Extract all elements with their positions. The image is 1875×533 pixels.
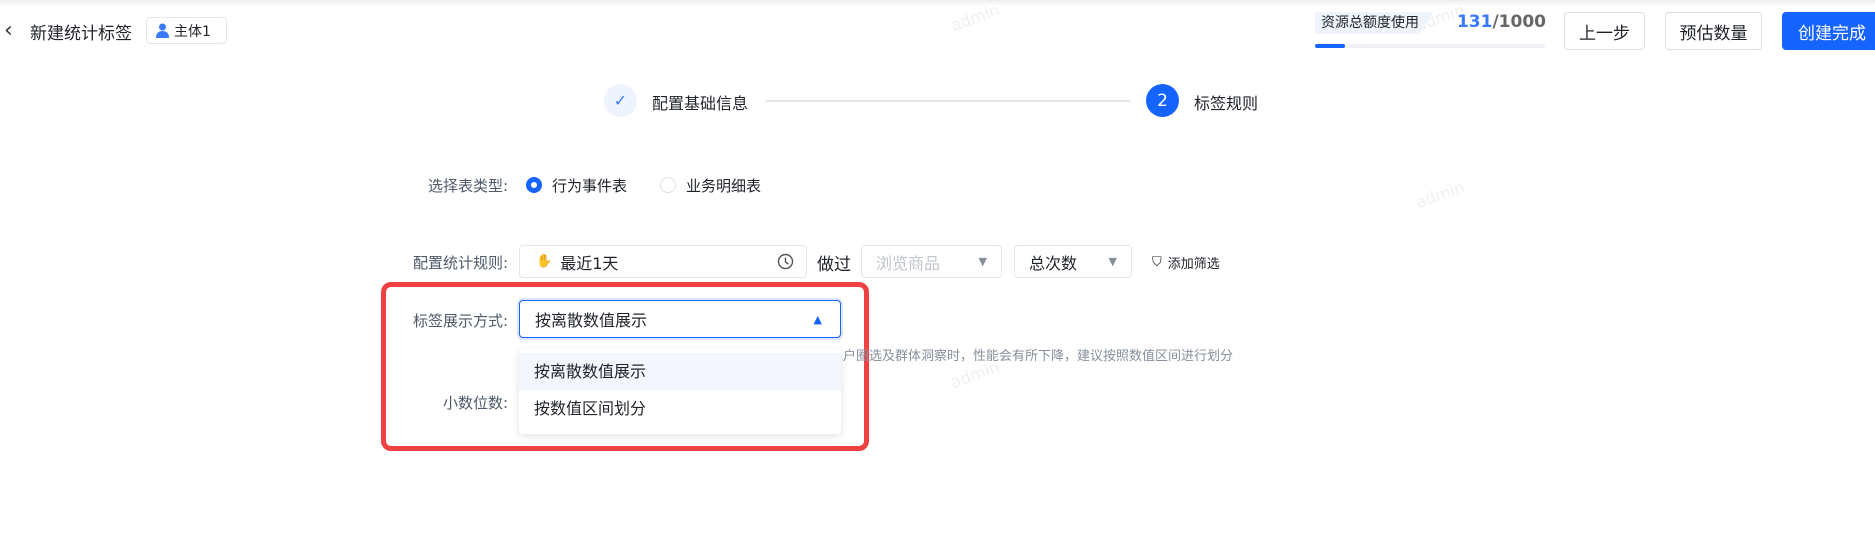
table-type-label: 选择表类型: bbox=[427, 177, 508, 195]
metric-select[interactable]: 总次数 ▼ bbox=[1014, 245, 1132, 278]
watermark: admin bbox=[1413, 176, 1467, 213]
rule-label: 配置统计规则: bbox=[412, 254, 508, 272]
display-mode-select[interactable]: 按离散数值展示 ▲ bbox=[519, 300, 841, 338]
metric-value: 总次数 bbox=[1029, 253, 1078, 273]
prev-button[interactable]: 上一步 bbox=[1564, 12, 1645, 50]
step-done-check-icon: ✓ bbox=[604, 84, 637, 117]
quota-label: 资源总额度使用 bbox=[1315, 12, 1433, 34]
radio-detail-table[interactable] bbox=[660, 177, 676, 193]
radio-behavior-table[interactable] bbox=[526, 177, 542, 193]
radio-label[interactable]: 业务明细表 bbox=[686, 175, 761, 196]
dropdown-option[interactable]: 按离散数值展示 bbox=[519, 353, 841, 390]
time-range-picker[interactable]: ✋ 最近1天 bbox=[519, 245, 807, 278]
event-placeholder: 浏览商品 bbox=[876, 253, 941, 273]
did-label: 做过 bbox=[817, 255, 851, 275]
back-icon[interactable]: ‹ bbox=[4, 18, 13, 43]
caret-down-icon: ▼ bbox=[1108, 255, 1117, 268]
filter-icon: ⛉ bbox=[1152, 255, 1162, 270]
add-filter-label: 添加筛选 bbox=[1167, 257, 1220, 272]
step-connector bbox=[766, 100, 1130, 102]
quota-progress-fill bbox=[1315, 44, 1346, 48]
finish-button[interactable]: 创建完成 bbox=[1782, 12, 1875, 50]
caret-up-icon: ▲ bbox=[813, 312, 822, 326]
quota-used: 131 bbox=[1456, 12, 1493, 32]
entity-badge-label: 主体1 bbox=[174, 23, 211, 40]
display-mode-label: 标签展示方式: bbox=[412, 312, 508, 330]
entity-badge: 主体1 bbox=[146, 17, 227, 44]
user-icon bbox=[156, 23, 169, 38]
display-mode-hint: 户圈选及群体洞察时，性能会有所下降，建议按照数值区间进行划分 bbox=[843, 349, 1234, 364]
step-1-label: 配置基础信息 bbox=[652, 94, 749, 113]
display-mode-dropdown: 按离散数值展示 按数值区间划分 bbox=[519, 349, 841, 434]
step-2-number: 2 bbox=[1146, 84, 1179, 117]
clock-icon bbox=[777, 253, 794, 270]
time-range-value: 最近1天 bbox=[560, 253, 619, 273]
page-title: 新建统计标签 bbox=[30, 24, 132, 44]
estimate-button[interactable]: 预估数量 bbox=[1665, 12, 1762, 50]
caret-down-icon: ▼ bbox=[978, 255, 987, 268]
display-mode-value: 按离散数值展示 bbox=[535, 311, 648, 330]
quota-total: /1000 bbox=[1492, 12, 1546, 32]
dropdown-option[interactable]: 按数值区间划分 bbox=[519, 390, 841, 427]
hand-icon: ✋ bbox=[536, 254, 553, 269]
radio-label[interactable]: 行为事件表 bbox=[552, 175, 627, 196]
event-select[interactable]: 浏览商品 ▼ bbox=[861, 245, 1002, 278]
top-shadow bbox=[0, 0, 1875, 6]
quota-count: 131/1000 bbox=[1440, 12, 1546, 32]
decimals-label: 小数位数: bbox=[442, 394, 508, 412]
step-2-label: 标签规则 bbox=[1194, 94, 1259, 113]
quota-progress bbox=[1315, 44, 1545, 48]
add-filter-button[interactable]: ⛉ 添加筛选 bbox=[1152, 253, 1220, 272]
